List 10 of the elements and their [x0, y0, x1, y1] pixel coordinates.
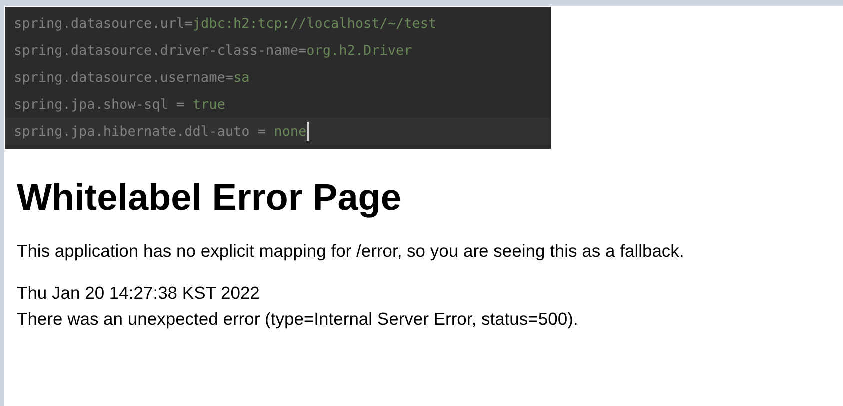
text-cursor — [306, 122, 309, 141]
error-message: This application has no explicit mapping for /error, so you are seeing this as a fallback. — [17, 241, 686, 262]
code-editor[interactable]: spring.datasource.url=jdbc:h2:tcp://localhost/~/test spring.datasource.driver-class-name=org.h2.Driver spring.datasource.username=sa spring.jpa.show-sql = true spring.jpa.hibernate.ddl-auto = none — [5, 7, 551, 149]
error-timestamp: Thu Jan 20 14:27:38 KST 2022 — [17, 282, 261, 305]
error-detail: There was an unexpected error (type=Internal Server Error, status=500). — [17, 308, 580, 331]
code-line: spring.datasource.url=jdbc:h2:tcp://localhost/~/test — [13, 14, 438, 34]
page-title: Whitelabel Error Page — [17, 177, 402, 219]
code-line: spring.datasource.username=sa — [13, 68, 251, 88]
code-line: spring.datasource.driver-class-name=org.h2.Driver — [13, 42, 414, 60]
code-line: spring.jpa.show-sql = true — [13, 96, 226, 114]
